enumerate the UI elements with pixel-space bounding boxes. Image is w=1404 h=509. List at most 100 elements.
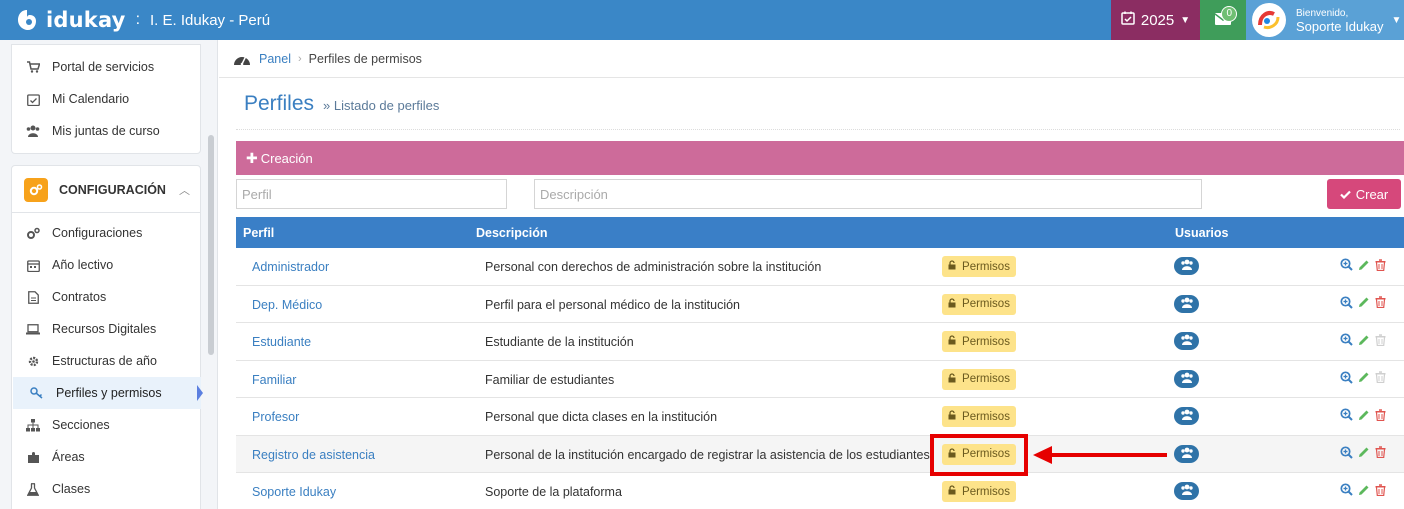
zoom-in-icon[interactable]: [1340, 333, 1353, 346]
users-button[interactable]: [1174, 294, 1199, 313]
unlock-icon: [948, 260, 958, 273]
sidebar-item-areas[interactable]: Áreas: [26, 447, 85, 467]
pencil-icon[interactable]: [1358, 409, 1370, 421]
perfil-description: Soporte de la plataforma: [485, 485, 622, 499]
sidebar-item-secciones[interactable]: Secciones: [26, 415, 110, 435]
calendar-check-icon: [1121, 11, 1135, 29]
sidebar-item-perfiles-permisos[interactable]: Perfiles y permisos: [30, 383, 162, 403]
sidebar-item-label: Áreas: [52, 450, 85, 464]
zoom-in-icon[interactable]: [1340, 445, 1353, 459]
zoom-in-icon[interactable]: [1340, 483, 1353, 496]
perfil-link[interactable]: Profesor: [252, 410, 299, 424]
sidebar-item-estructuras-ano[interactable]: Estructuras de año: [26, 351, 157, 371]
creation-panel-header[interactable]: ✚ Creación: [236, 141, 1404, 175]
perfil-link[interactable]: Dep. Médico: [252, 298, 322, 312]
perfil-link[interactable]: Administrador: [252, 260, 329, 274]
users-button[interactable]: [1174, 257, 1199, 275]
users-button[interactable]: [1174, 332, 1199, 350]
sidebar-item-clases[interactable]: Clases: [26, 479, 90, 499]
dashboard-icon: [233, 52, 251, 66]
zoom-in-icon[interactable]: [1340, 258, 1353, 271]
unlock-icon: [948, 297, 958, 311]
sidebar-item-recursos-digitales[interactable]: Recursos Digitales: [26, 319, 156, 339]
sidebar-scrollbar[interactable]: [208, 135, 214, 355]
permisos-button[interactable]: Permisos: [942, 481, 1016, 502]
pencil-icon[interactable]: [1358, 334, 1370, 346]
users-button[interactable]: [1174, 407, 1199, 425]
pencil-icon[interactable]: [1358, 484, 1370, 496]
message-count-badge: 0: [1221, 6, 1237, 22]
pencil-icon[interactable]: [1358, 259, 1370, 271]
sidebar-item-label: Secciones: [52, 418, 110, 432]
calendar-icon: [26, 258, 40, 272]
users-icon: [1180, 447, 1194, 461]
puzzle-icon: [26, 450, 40, 464]
header-descripcion: Descripción: [476, 226, 548, 240]
zoom-in-icon[interactable]: [1340, 408, 1353, 421]
sidebar-item-portal-servicios[interactable]: Portal de servicios: [26, 57, 154, 77]
zoom-in-icon[interactable]: [1340, 295, 1353, 309]
cart-icon: [26, 60, 40, 74]
permisos-button[interactable]: Permisos: [942, 331, 1016, 352]
permisos-button[interactable]: Permisos: [942, 293, 1016, 315]
sidebar-item-ano-lectivo[interactable]: Año lectivo: [26, 255, 113, 275]
year-selector[interactable]: 2025 ▼: [1111, 0, 1200, 40]
header-perfil: Perfil: [243, 226, 275, 240]
cogs-icon: [26, 226, 40, 240]
permisos-button[interactable]: Permisos: [942, 256, 1016, 277]
pencil-icon[interactable]: [1358, 446, 1370, 458]
messages-button[interactable]: 0: [1200, 0, 1246, 40]
sidebar-item-label: Portal de servicios: [52, 60, 155, 74]
pencil-icon[interactable]: [1358, 296, 1370, 308]
perfil-link[interactable]: Registro de asistencia: [252, 448, 375, 462]
crear-button[interactable]: Crear: [1327, 179, 1401, 209]
sidebar-item-label: Año lectivo: [52, 258, 114, 272]
pencil-icon[interactable]: [1358, 371, 1370, 383]
unlock-icon: [948, 372, 958, 386]
perfil-link[interactable]: Estudiante: [252, 335, 311, 349]
gear-icon: [26, 354, 40, 368]
trash-icon[interactable]: [1375, 258, 1386, 271]
sidebar-item-mis-juntas[interactable]: Mis juntas de curso: [26, 121, 160, 141]
perfil-link[interactable]: Soporte Idukay: [252, 485, 336, 499]
users-icon: [1180, 297, 1194, 311]
caret-down-icon: ▼: [1391, 14, 1402, 26]
user-menu[interactable]: Bienvenido, Soporte Idukay ▼: [1246, 0, 1404, 40]
trash-icon[interactable]: [1375, 296, 1386, 308]
calendar-check-icon: [26, 92, 40, 106]
top-navbar: idukay : I. E. Idukay - Perú 2025 ▼ 0 Bi…: [0, 0, 1404, 40]
sidebar-item-label: Configuraciones: [52, 226, 143, 240]
sidebar-item-contratos[interactable]: Contratos: [26, 287, 106, 307]
permisos-button[interactable]: Permisos: [942, 368, 1016, 390]
users-icon: [26, 124, 40, 138]
permisos-button[interactable]: Permisos: [942, 406, 1016, 427]
crear-label: Crear: [1355, 186, 1389, 202]
brand[interactable]: idukay : I. E. Idukay - Perú: [0, 0, 270, 40]
sidebar-item-label: Clases: [52, 482, 91, 496]
perfil-input[interactable]: [236, 179, 507, 209]
breadcrumb-panel-link[interactable]: Panel: [259, 52, 291, 66]
descripcion-input[interactable]: [534, 179, 1202, 209]
permisos-label: Permisos: [962, 373, 1010, 385]
users-button[interactable]: [1174, 369, 1199, 388]
users-icon: [1180, 372, 1194, 386]
key-icon: [30, 386, 44, 400]
permisos-label: Permisos: [962, 485, 1010, 498]
user-name: Soporte Idukay: [1296, 19, 1384, 34]
users-button[interactable]: [1174, 482, 1199, 500]
breadcrumb-current: Perfiles de permisos: [308, 51, 422, 66]
trash-icon[interactable]: [1375, 446, 1386, 458]
trash-icon[interactable]: [1375, 408, 1386, 421]
zoom-in-icon[interactable]: [1340, 370, 1353, 384]
perfil-link[interactable]: Familiar: [252, 373, 296, 387]
cogs-icon: [24, 178, 48, 202]
year-label: 2025: [1140, 11, 1175, 29]
users-button[interactable]: [1174, 444, 1199, 463]
config-section-header[interactable]: CONFIGURACIÓN ︿: [24, 178, 190, 202]
sidebar-item-configuraciones[interactable]: Configuraciones: [26, 223, 142, 243]
sidebar-item-mi-calendario[interactable]: Mi Calendario: [26, 89, 129, 109]
permisos-label: Permisos: [962, 410, 1010, 423]
trash-icon[interactable]: [1375, 483, 1386, 496]
institution-name: I. E. Idukay - Perú: [150, 11, 271, 29]
perfil-description: Familiar de estudiantes: [485, 372, 615, 387]
